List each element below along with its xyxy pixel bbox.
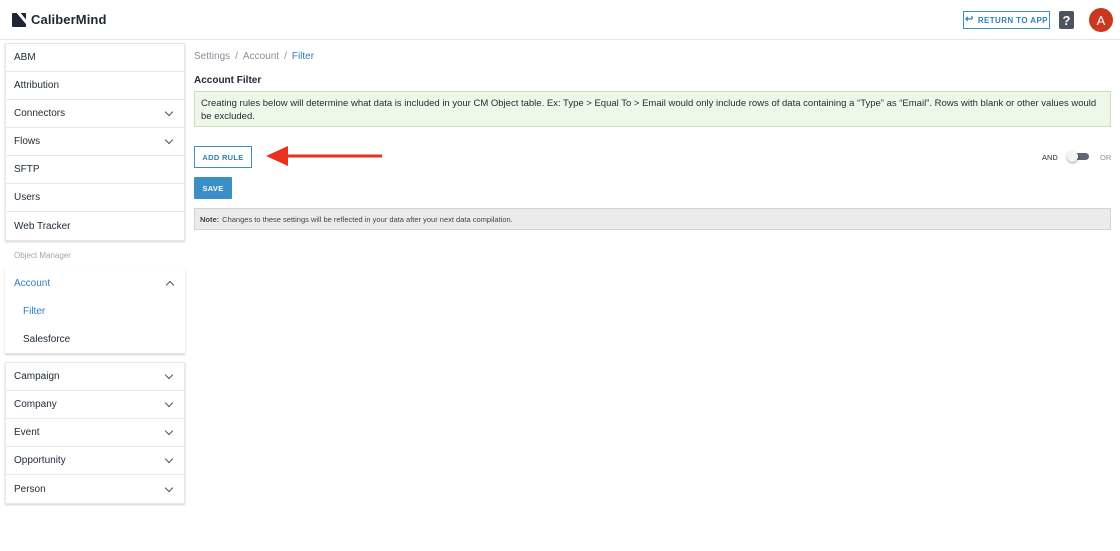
sidebar-item-label: SFTP	[14, 164, 40, 175]
sidebar-subitem-filter[interactable]: Filter	[5, 297, 185, 325]
sidebar-item-person[interactable]: Person	[6, 475, 184, 503]
sidebar-item-flows[interactable]: Flows	[6, 128, 184, 156]
object-manager-label: Object Manager	[14, 250, 71, 260]
sidebar-item-users[interactable]: Users	[6, 184, 184, 212]
save-button[interactable]: SAVE	[194, 177, 232, 199]
info-message: Creating rules below will determine what…	[194, 91, 1111, 127]
add-rule-button[interactable]: ADD RULE	[194, 146, 252, 168]
breadcrumb-filter: Filter	[291, 51, 315, 62]
toggle-or-label: OR	[1100, 153, 1112, 162]
breadcrumb: Settings / Account / Filter	[194, 51, 314, 62]
breadcrumb-account[interactable]: Account	[243, 51, 279, 62]
brand-name: CaliberMind	[31, 12, 107, 27]
sidebar: ABM Attribution Connectors Flows SFTP Users We…	[5, 43, 185, 504]
page-title: Account Filter	[194, 75, 262, 86]
annotation-arrow-icon	[266, 146, 382, 166]
chevron-up-icon	[165, 280, 175, 289]
sidebar-item-abm[interactable]: ABM	[6, 44, 184, 72]
sidebar-item-label: Opportunity	[14, 455, 66, 466]
arrow-left-icon: ↩	[965, 14, 974, 25]
chevron-down-icon	[164, 107, 174, 117]
chevron-down-icon	[164, 483, 174, 492]
sidebar-item-connectors[interactable]: Connectors	[6, 100, 184, 128]
sidebar-item-label: Connectors	[14, 108, 66, 119]
breadcrumb-settings[interactable]: Settings	[194, 51, 230, 62]
sidebar-item-label: Users	[14, 192, 41, 203]
chevron-down-icon	[164, 398, 174, 408]
chevron-down-icon	[164, 135, 174, 145]
settings-menu: ABM Attribution Connectors Flows SFTP Users We…	[5, 43, 185, 241]
note-text: Changes to these settings will be reflec…	[222, 214, 513, 224]
toggle-knob	[1067, 151, 1078, 162]
sidebar-item-label: Attribution	[14, 80, 60, 91]
toggle-and-label: AND	[1042, 153, 1058, 162]
account-section: Account Filter Salesforce	[5, 269, 185, 354]
sidebar-item-sftp[interactable]: SFTP	[6, 156, 184, 184]
breadcrumb-separator: /	[284, 51, 287, 62]
sidebar-item-label: Company	[14, 399, 57, 410]
sidebar-item-label: Person	[14, 483, 46, 495]
sidebar-item-label: Web Tracker	[14, 220, 71, 232]
breadcrumb-separator: /	[235, 51, 238, 62]
return-to-app-label: RETURN TO APP	[977, 15, 1048, 25]
note-label: Note:	[200, 214, 220, 224]
help-icon[interactable]: ?	[1059, 11, 1074, 29]
sidebar-item-company[interactable]: Company	[6, 391, 184, 419]
user-avatar[interactable]: A	[1089, 8, 1113, 32]
calibermind-logo-icon	[12, 12, 26, 27]
sidebar-item-attribution[interactable]: Attribution	[6, 72, 184, 100]
object-menu: Campaign Company Event Opportunity Person	[5, 362, 185, 504]
sidebar-item-label: ABM	[14, 52, 36, 63]
sidebar-item-label: Event	[14, 427, 40, 438]
sidebar-item-label: Account	[14, 277, 51, 289]
top-bar: CaliberMind ↩ RETURN TO APP ? A	[0, 0, 1120, 40]
sidebar-item-web-tracker[interactable]: Web Tracker	[6, 212, 184, 240]
chevron-down-icon	[164, 426, 174, 436]
sidebar-item-opportunity[interactable]: Opportunity	[6, 447, 184, 475]
chevron-down-icon	[164, 454, 174, 464]
sidebar-item-label: Campaign	[14, 371, 60, 382]
chevron-down-icon	[164, 370, 174, 380]
return-to-app-button[interactable]: ↩ RETURN TO APP	[963, 11, 1050, 29]
brand-logo[interactable]: CaliberMind	[12, 12, 107, 27]
sidebar-subitem-salesforce[interactable]: Salesforce	[5, 325, 185, 353]
sidebar-item-event[interactable]: Event	[6, 419, 184, 447]
sidebar-item-account[interactable]: Account	[5, 269, 185, 297]
sidebar-item-label: Flows	[14, 136, 41, 147]
sidebar-item-campaign[interactable]: Campaign	[6, 363, 184, 391]
note-banner: Note: Changes to these settings will be …	[194, 208, 1111, 230]
and-or-toggle[interactable]	[1067, 151, 1089, 162]
